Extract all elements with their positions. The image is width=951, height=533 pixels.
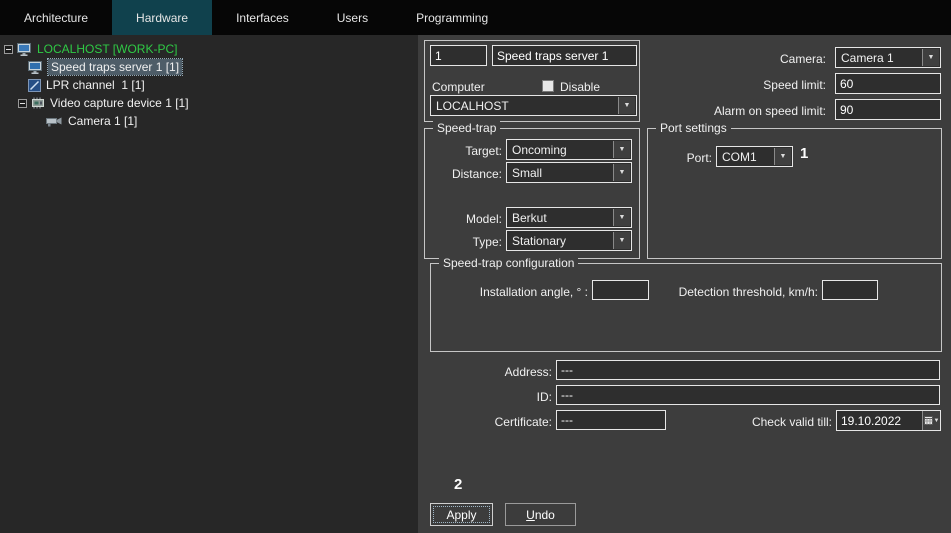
tab-hardware[interactable]: Hardware [112,0,212,35]
dropdown-arrow-icon: ▼ [618,97,635,114]
tree-item-label: LPR channel 1 [1] [46,78,145,92]
tree-item-camera[interactable]: Camera 1 [1] [0,112,418,130]
tree-item-label: Camera 1 [1] [68,114,137,128]
disable-label: Disable [560,77,600,97]
camera-label: Camera: [706,49,826,69]
type-select[interactable]: Stationary ▼ [506,230,632,251]
computer-select[interactable]: LOCALHOST ▼ [430,95,637,116]
distance-label: Distance: [428,164,502,184]
target-select[interactable]: Oncoming ▼ [506,139,632,160]
id-input[interactable] [556,385,940,405]
disable-checkbox[interactable] [542,80,554,92]
tree-item-label: Video capture device 1 [1] [50,96,189,110]
tree-item-lpr-channel[interactable]: LPR channel 1 [1] [0,76,418,94]
tab-programming[interactable]: Programming [392,0,512,35]
computer-label: Computer [432,77,485,97]
camera-select[interactable]: Camera 1 ▼ [835,47,941,68]
calendar-button[interactable]: ▼ [922,411,940,430]
model-label: Model: [428,209,502,229]
port-select-value: COM1 [722,150,757,164]
undo-label-rest: ndo [535,508,555,522]
dropdown-arrow-icon: ▼ [613,209,630,226]
undo-label-mnemonic: U [526,508,535,522]
tree-item-localhost[interactable]: LOCALHOST [WORK-PC] [0,40,418,58]
computer-icon [17,43,32,56]
dropdown-arrow-icon: ▼ [934,418,940,424]
tab-architecture[interactable]: Architecture [0,0,112,35]
alarm-on-speed-limit-input[interactable] [835,99,941,120]
calendar-icon [924,416,933,425]
dropdown-arrow-icon: ▼ [922,49,939,66]
tree-item-label: LOCALHOST [WORK-PC] [37,42,177,56]
distance-select-value: Small [512,166,542,180]
target-select-value: Oncoming [512,143,567,157]
address-label: Address: [452,362,552,382]
certificate-input[interactable] [556,410,666,430]
speed-trap-group-title: Speed-trap [433,121,500,135]
tree-item-label: Speed traps server 1 [1] [48,59,182,75]
installation-angle-input[interactable] [592,280,649,300]
computer-select-value: LOCALHOST [436,99,509,113]
detection-threshold-label: Detection threshold, km/h: [662,282,818,302]
port-settings-group-title: Port settings [656,121,731,135]
object-id-input[interactable] [430,45,487,66]
check-valid-till-label: Check valid till: [692,412,832,432]
undo-button[interactable]: Undo [505,503,576,526]
type-label: Type: [428,232,502,252]
tree-item-speed-traps-server[interactable]: Speed traps server 1 [1] [0,58,418,76]
main-area: LOCALHOST [WORK-PC] Speed traps server 1… [0,35,951,533]
model-select[interactable]: Berkut ▼ [506,207,632,228]
speed-limit-input[interactable] [835,73,941,94]
address-input[interactable] [556,360,940,380]
collapse-icon[interactable] [18,99,27,108]
dropdown-arrow-icon: ▼ [613,232,630,249]
id-label: ID: [452,387,552,407]
annotation-step-1: 1 [800,145,808,162]
device-tree: LOCALHOST [WORK-PC] Speed traps server 1… [0,35,418,533]
lpr-channel-icon [28,79,41,92]
capture-board-icon [31,97,45,109]
dropdown-arrow-icon: ▼ [774,148,791,165]
collapse-icon[interactable] [4,45,13,54]
speed-trap-configuration-group-title: Speed-trap configuration [439,256,578,270]
detection-threshold-input[interactable] [822,280,878,300]
camera-select-value: Camera 1 [841,51,894,65]
installation-angle-label: Installation angle, ° : [448,282,588,302]
settings-panel: Speed-trap Port settings Speed-trap conf… [418,35,951,533]
type-select-value: Stationary [512,234,566,248]
main-tab-bar: Architecture Hardware Interfaces Users P… [0,0,951,35]
target-label: Target: [428,141,502,161]
alarm-on-speed-limit-label: Alarm on speed limit: [686,101,826,121]
tree-item-video-capture-device[interactable]: Video capture device 1 [1] [0,94,418,112]
tab-users[interactable]: Users [313,0,392,35]
distance-select[interactable]: Small ▼ [506,162,632,183]
camera-icon [46,116,63,127]
server-icon [28,61,43,74]
annotation-step-2: 2 [454,476,462,493]
speed-trap-configuration-group: Speed-trap configuration [430,263,942,352]
apply-button[interactable]: Apply [430,503,493,526]
port-select[interactable]: COM1 ▼ [716,146,793,167]
app-window: Architecture Hardware Interfaces Users P… [0,0,951,533]
dropdown-arrow-icon: ▼ [613,164,630,181]
tab-interfaces[interactable]: Interfaces [212,0,313,35]
dropdown-arrow-icon: ▼ [613,141,630,158]
object-name-input[interactable] [492,45,637,66]
certificate-label: Certificate: [452,412,552,432]
speed-limit-label: Speed limit: [706,75,826,95]
port-label: Port: [656,148,712,168]
model-select-value: Berkut [512,211,547,225]
